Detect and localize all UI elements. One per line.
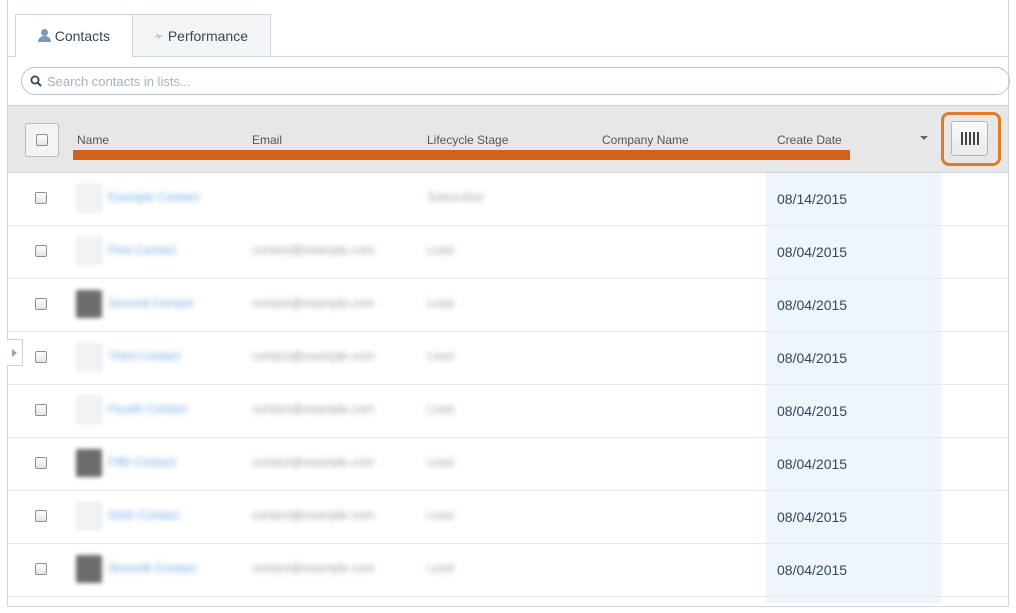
person-icon xyxy=(38,29,51,42)
avatar xyxy=(76,184,102,212)
contact-name-link[interactable]: Sixth Contact xyxy=(108,508,179,522)
checkbox xyxy=(36,134,48,146)
tab-performance[interactable]: Performance xyxy=(133,14,271,57)
create-date: 08/04/2015 xyxy=(777,562,848,578)
create-date: 08/04/2015 xyxy=(777,350,848,366)
column-settings-button[interactable] xyxy=(951,121,988,156)
contact-email: contact@example.com xyxy=(252,243,375,257)
contact-email: contact@example.com xyxy=(252,349,375,363)
create-date: 08/04/2015 xyxy=(777,456,848,472)
table-row[interactable]: Example Contact Subscriber 08/14/2015 xyxy=(8,173,1008,226)
table-row[interactable]: First Contact contact@example.com Lead 0… xyxy=(8,226,1008,279)
avatar xyxy=(76,343,102,371)
contact-name-link[interactable]: Fourth Contact xyxy=(108,402,187,416)
contact-name-link[interactable]: Third Contact xyxy=(108,349,180,363)
expand-arrow-icon xyxy=(12,348,17,357)
pulse-icon xyxy=(155,32,162,39)
avatar xyxy=(76,237,102,265)
create-date: 08/04/2015 xyxy=(777,403,848,419)
row-checkbox[interactable] xyxy=(35,192,47,204)
row-checkbox[interactable] xyxy=(35,457,47,469)
table-row[interactable]: Second Contact contact@example.com Lead … xyxy=(8,279,1008,332)
tab-label: Performance xyxy=(167,27,248,44)
contact-email: contact@example.com xyxy=(252,508,375,522)
avatar xyxy=(76,290,102,318)
lifecycle-stage: Lead xyxy=(427,455,454,469)
create-date: 08/04/2015 xyxy=(777,244,848,260)
contact-email: contact@example.com xyxy=(252,296,375,310)
table-row[interactable]: Seventh Contact contact@example.com Lead… xyxy=(8,544,1008,597)
annotation-bar xyxy=(73,150,850,160)
search-bar[interactable] xyxy=(21,67,1010,95)
create-date: 08/14/2015 xyxy=(777,191,848,207)
lifecycle-stage: Lead xyxy=(427,508,454,522)
lifecycle-stage: Lead xyxy=(427,243,454,257)
search-icon xyxy=(30,75,42,87)
lifecycle-stage: Subscriber xyxy=(427,190,485,204)
search-input[interactable] xyxy=(47,73,1009,89)
row-checkbox[interactable] xyxy=(35,245,47,257)
contact-email: contact@example.com xyxy=(252,402,375,416)
column-header-create-date[interactable]: Create Date xyxy=(777,133,842,147)
contact-email: contact@example.com xyxy=(252,561,375,575)
table-row[interactable]: Third Contact contact@example.com Lead 0… xyxy=(8,332,1008,385)
contact-name-link[interactable]: Seventh Contact xyxy=(108,561,197,575)
column-settings-icon xyxy=(960,132,979,145)
table-row[interactable]: Fifth Contact contact@example.com Lead 0… xyxy=(8,438,1008,491)
row-checkbox[interactable] xyxy=(35,510,47,522)
column-header-lifecycle-stage[interactable]: Lifecycle Stage xyxy=(427,133,508,147)
create-date: 08/04/2015 xyxy=(777,509,848,525)
contact-name-link[interactable]: Fifth Contact xyxy=(108,455,176,469)
avatar xyxy=(76,396,102,424)
lifecycle-stage: Lead xyxy=(427,561,454,575)
lifecycle-stage: Lead xyxy=(427,402,454,416)
contact-name-link[interactable]: Example Contact xyxy=(108,190,199,204)
select-all-checkbox[interactable] xyxy=(25,123,59,157)
row-checkbox[interactable] xyxy=(35,404,47,416)
contact-name-link[interactable]: First Contact xyxy=(108,243,176,257)
expand-sidebar-handle[interactable] xyxy=(7,339,23,366)
tab-label: Contacts xyxy=(54,27,110,44)
column-header-name[interactable]: Name xyxy=(77,133,109,147)
row-checkbox[interactable] xyxy=(35,563,47,575)
row-checkbox[interactable] xyxy=(35,298,47,310)
table-row[interactable]: Sixth Contact contact@example.com Lead 0… xyxy=(8,491,1008,544)
column-header-company-name[interactable]: Company Name xyxy=(602,133,689,147)
contact-email: contact@example.com xyxy=(252,455,375,469)
lifecycle-stage: Lead xyxy=(427,296,454,310)
contact-name-link[interactable]: Second Contact xyxy=(108,296,193,310)
table-header: Name Email Lifecycle Stage Company Name … xyxy=(8,105,1008,173)
row-checkbox[interactable] xyxy=(35,351,47,363)
table-body: Example Contact Subscriber 08/14/2015 Fi… xyxy=(8,173,1008,603)
lifecycle-stage: Lead xyxy=(427,349,454,363)
column-header-email[interactable]: Email xyxy=(252,133,282,147)
avatar xyxy=(76,449,102,477)
avatar xyxy=(76,502,102,530)
table-row[interactable]: Fourth Contact contact@example.com Lead … xyxy=(8,385,1008,438)
tab-bar: Contacts Performance xyxy=(15,14,271,57)
create-date: 08/04/2015 xyxy=(777,297,848,313)
tab-contacts[interactable]: Contacts xyxy=(15,14,133,57)
sort-caret-icon[interactable] xyxy=(920,136,928,140)
avatar xyxy=(76,555,102,583)
tab-divider xyxy=(7,56,1009,57)
